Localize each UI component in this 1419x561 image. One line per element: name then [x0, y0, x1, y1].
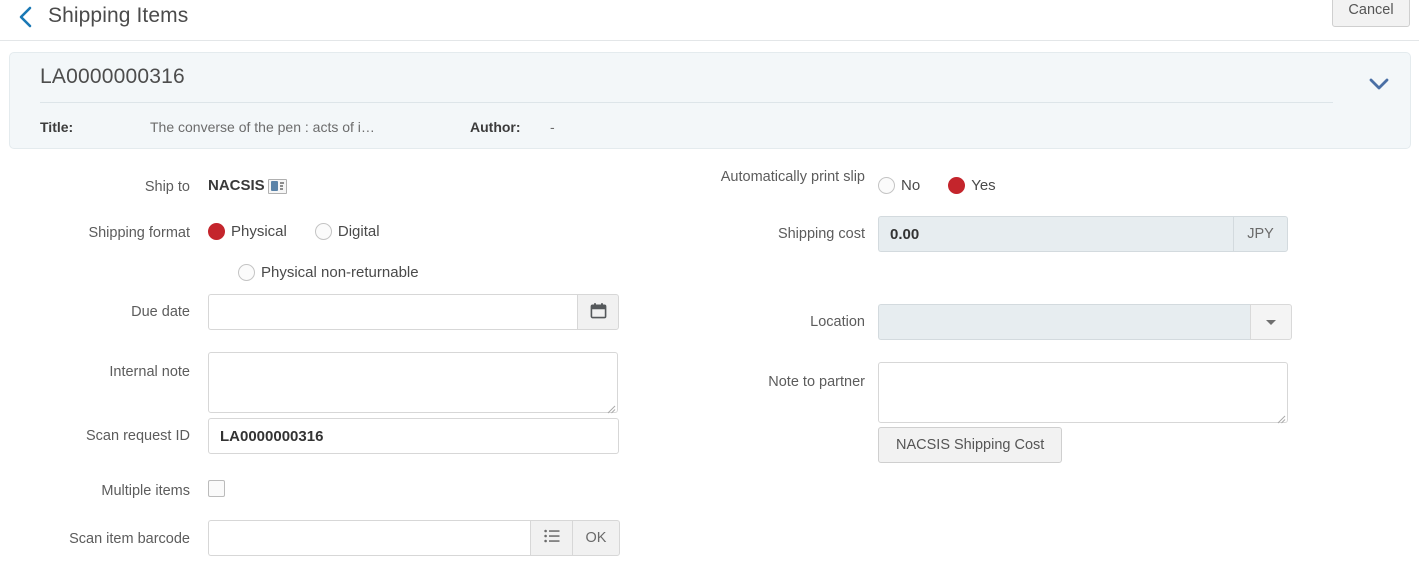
shipping-format-radio-row-2: Physical non-returnable: [238, 264, 441, 281]
shipping-cost-input[interactable]: [878, 216, 1233, 252]
chevron-down-icon: [1368, 77, 1390, 96]
due-date-label: Due date: [131, 304, 190, 320]
ship-to-label: Ship to: [144, 179, 190, 195]
due-date-input-group: [208, 294, 619, 330]
radio-digital[interactable]: [314, 223, 332, 240]
record-divider: [40, 102, 1333, 103]
multiple-items-checkbox[interactable]: [208, 480, 225, 497]
due-date-picker-button[interactable]: [577, 294, 619, 330]
scan-request-id-input[interactable]: [208, 418, 619, 454]
radio-digital-label: Digital: [337, 223, 380, 240]
calendar-icon: [590, 302, 607, 323]
id-card-icon[interactable]: [267, 178, 287, 194]
scan-request-id-label: Scan request ID: [86, 428, 190, 444]
location-label: Location: [810, 314, 865, 330]
title-value: The converse of the pen : acts of i…: [150, 119, 375, 135]
page-title: Shipping Items: [48, 4, 189, 27]
note-to-partner-textarea[interactable]: [878, 362, 1288, 423]
scan-item-barcode-label: Scan item barcode: [69, 531, 190, 547]
record-metadata-row: Title: The converse of the pen : acts of …: [40, 116, 750, 142]
auto-print-slip-radio-row: No Yes: [878, 177, 1018, 194]
record-id: LA0000000316: [40, 65, 185, 88]
shipping-cost-currency: JPY: [1233, 216, 1288, 252]
author-value: -: [550, 119, 555, 135]
title-label: Title:: [40, 119, 74, 135]
radio-auto-print-no-label: No: [901, 177, 921, 194]
scan-barcode-ok-button[interactable]: OK: [572, 520, 620, 556]
location-select-group[interactable]: [878, 304, 1292, 340]
scan-item-barcode-input-group: OK: [208, 520, 620, 556]
due-date-input[interactable]: [208, 294, 577, 330]
radio-physical-label: Physical: [231, 223, 287, 240]
list-icon: [543, 529, 560, 547]
chevron-left-icon: [18, 5, 33, 29]
author-label: Author:: [470, 119, 521, 135]
barcode-list-button[interactable]: [530, 520, 572, 556]
shipping-cost-input-group: JPY: [878, 216, 1288, 252]
scan-item-barcode-input[interactable]: [208, 520, 530, 556]
radio-physical-non-returnable[interactable]: [238, 264, 255, 281]
note-to-partner-label: Note to partner: [768, 374, 865, 390]
expand-record-button[interactable]: [1362, 71, 1396, 101]
shipping-format-label: Shipping format: [88, 225, 190, 241]
radio-auto-print-yes-label: Yes: [971, 177, 996, 194]
shipping-format-radio-row-1: Physical Digital: [208, 223, 402, 240]
caret-down-icon: [1265, 314, 1277, 330]
internal-note-label: Internal note: [109, 364, 190, 380]
nacsis-shipping-cost-button[interactable]: NACSIS Shipping Cost: [878, 427, 1063, 463]
shipping-cost-label: Shipping cost: [777, 226, 865, 242]
location-dropdown-button[interactable]: [1250, 304, 1292, 340]
radio-auto-print-yes[interactable]: [948, 177, 966, 194]
cancel-button[interactable]: Cancel: [1332, 0, 1410, 27]
multiple-items-label: Multiple items: [101, 483, 190, 499]
ship-to-value-group: NACSIS: [208, 176, 287, 196]
ship-to-value: NACSIS: [208, 177, 265, 194]
back-button[interactable]: [10, 0, 40, 34]
auto-print-slip-label: Automatically print slip: [720, 169, 865, 185]
record-summary-panel: LA0000000316 Title: The converse of the p…: [9, 52, 1411, 149]
internal-note-wrapper: [208, 352, 618, 414]
location-input[interactable]: [878, 304, 1250, 340]
radio-auto-print-no[interactable]: [878, 177, 895, 194]
note-to-partner-wrapper: [878, 362, 1288, 424]
radio-physical-non-returnable-label: Physical non-returnable: [261, 264, 419, 281]
top-bar: Shipping Items Cancel: [0, 0, 1419, 41]
radio-physical[interactable]: [208, 223, 225, 240]
internal-note-textarea[interactable]: [208, 352, 618, 413]
